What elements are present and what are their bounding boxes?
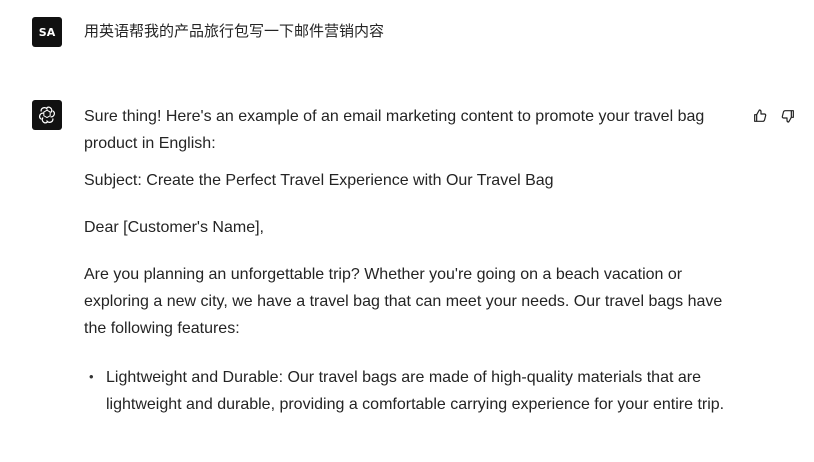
email-body-paragraph: Are you planning an unforgettable trip? …	[84, 266, 723, 337]
feature-list: • Lightweight and Durable: Our travel ba…	[84, 364, 739, 418]
bullet-icon: •	[89, 369, 94, 384]
thumbs-up-icon[interactable]	[751, 107, 769, 125]
assistant-message-content: Sure thing! Here's an example of an emai…	[84, 103, 739, 418]
chat-page: SA 用英语帮我的产品旅行包写一下邮件营销内容 Sure thing! Here…	[0, 0, 814, 462]
user-message-text: 用英语帮我的产品旅行包写一下邮件营销内容	[84, 22, 385, 40]
user-avatar-label: SA	[38, 25, 56, 39]
feedback-actions	[751, 107, 799, 125]
email-subject: Subject: Create the Perfect Travel Exper…	[84, 172, 554, 189]
thumbs-down-icon[interactable]	[779, 107, 797, 125]
email-greeting: Dear [Customer's Name],	[84, 219, 264, 236]
openai-logo-icon	[32, 100, 62, 130]
user-avatar: SA	[32, 17, 62, 47]
assistant-intro: Sure thing! Here's an example of an emai…	[84, 108, 705, 152]
feature-list-item: • Lightweight and Durable: Our travel ba…	[84, 364, 733, 418]
user-message-row: SA 用英语帮我的产品旅行包写一下邮件营销内容	[0, 0, 814, 88]
feature-text: Lightweight and Durable: Our travel bags…	[106, 369, 725, 413]
